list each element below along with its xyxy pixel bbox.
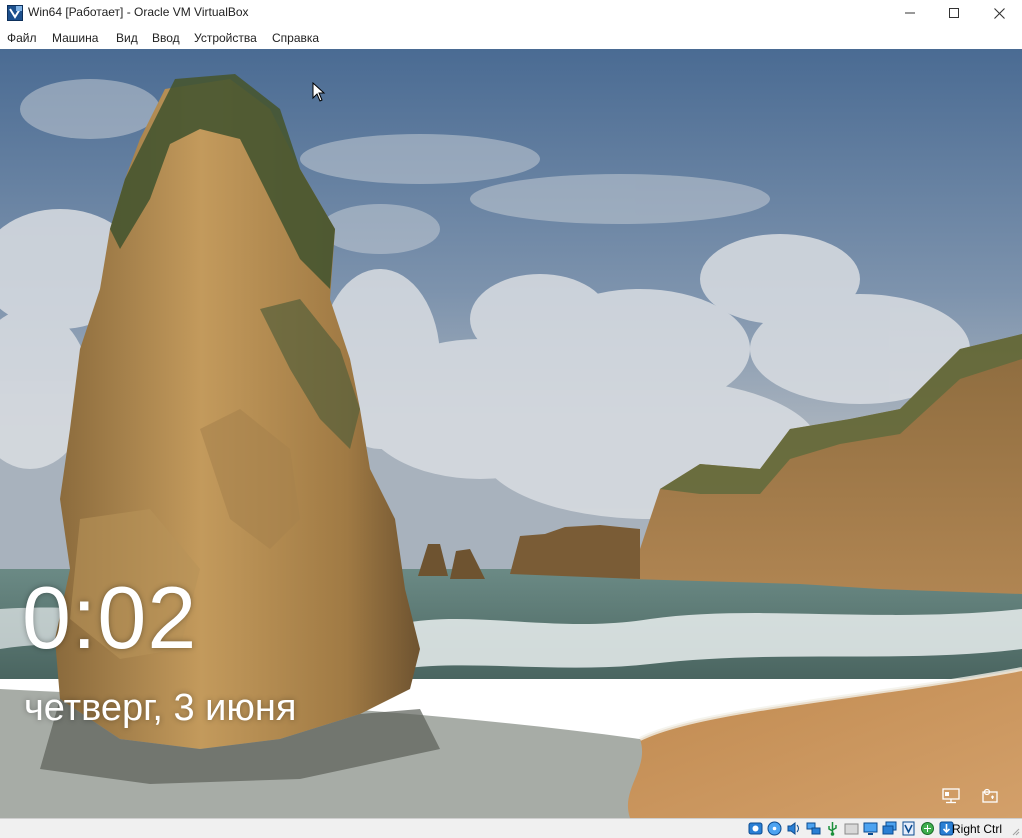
menu-input[interactable]: Ввод [152, 31, 180, 45]
window-title: Win64 [Работает] - Oracle VM VirtualBox [28, 5, 249, 19]
maximize-button[interactable] [931, 0, 977, 26]
menu-view[interactable]: Вид [116, 31, 138, 45]
accessibility-icon[interactable] [982, 788, 1000, 804]
menu-file[interactable]: Файл [7, 31, 37, 45]
network-icon[interactable] [942, 788, 960, 804]
virtualization-icon[interactable] [920, 821, 935, 836]
menu-bar: Файл Машина Вид Ввод Устройства Справка [0, 26, 1022, 50]
close-button[interactable] [976, 0, 1022, 26]
lockscreen-time: 0:02 [22, 568, 198, 667]
maximize-icon [949, 8, 959, 18]
usb-icon[interactable] [825, 821, 840, 836]
title-bar[interactable]: Win64 [Работает] - Oracle VM VirtualBox [0, 0, 1022, 26]
menu-devices[interactable]: Устройства [194, 31, 257, 45]
mouse-cursor-icon [312, 82, 326, 102]
minimize-button[interactable] [887, 0, 933, 26]
host-key-label[interactable]: Right Ctrl [952, 822, 1002, 836]
menu-help[interactable]: Справка [272, 31, 319, 45]
vm-screen[interactable]: 0:02 четверг, 3 июня [0, 49, 1022, 818]
audio-icon[interactable] [786, 821, 801, 836]
close-icon [993, 7, 1005, 19]
resize-grip-icon[interactable] [1010, 826, 1020, 836]
minimize-icon [905, 12, 915, 14]
display-icon[interactable] [863, 821, 878, 836]
virtualbox-icon [7, 5, 23, 21]
optical-drive-icon[interactable] [767, 821, 782, 836]
status-bar: Right Ctrl [0, 818, 1022, 838]
network-adapter-icon[interactable] [806, 821, 821, 836]
video-capture-icon[interactable] [882, 821, 897, 836]
menu-machine[interactable]: Машина [52, 31, 98, 45]
shared-folders-icon[interactable] [844, 821, 859, 836]
hard-disk-icon[interactable] [748, 821, 763, 836]
cpu-icon[interactable] [901, 821, 916, 836]
lockscreen-date: четверг, 3 июня [24, 687, 297, 729]
